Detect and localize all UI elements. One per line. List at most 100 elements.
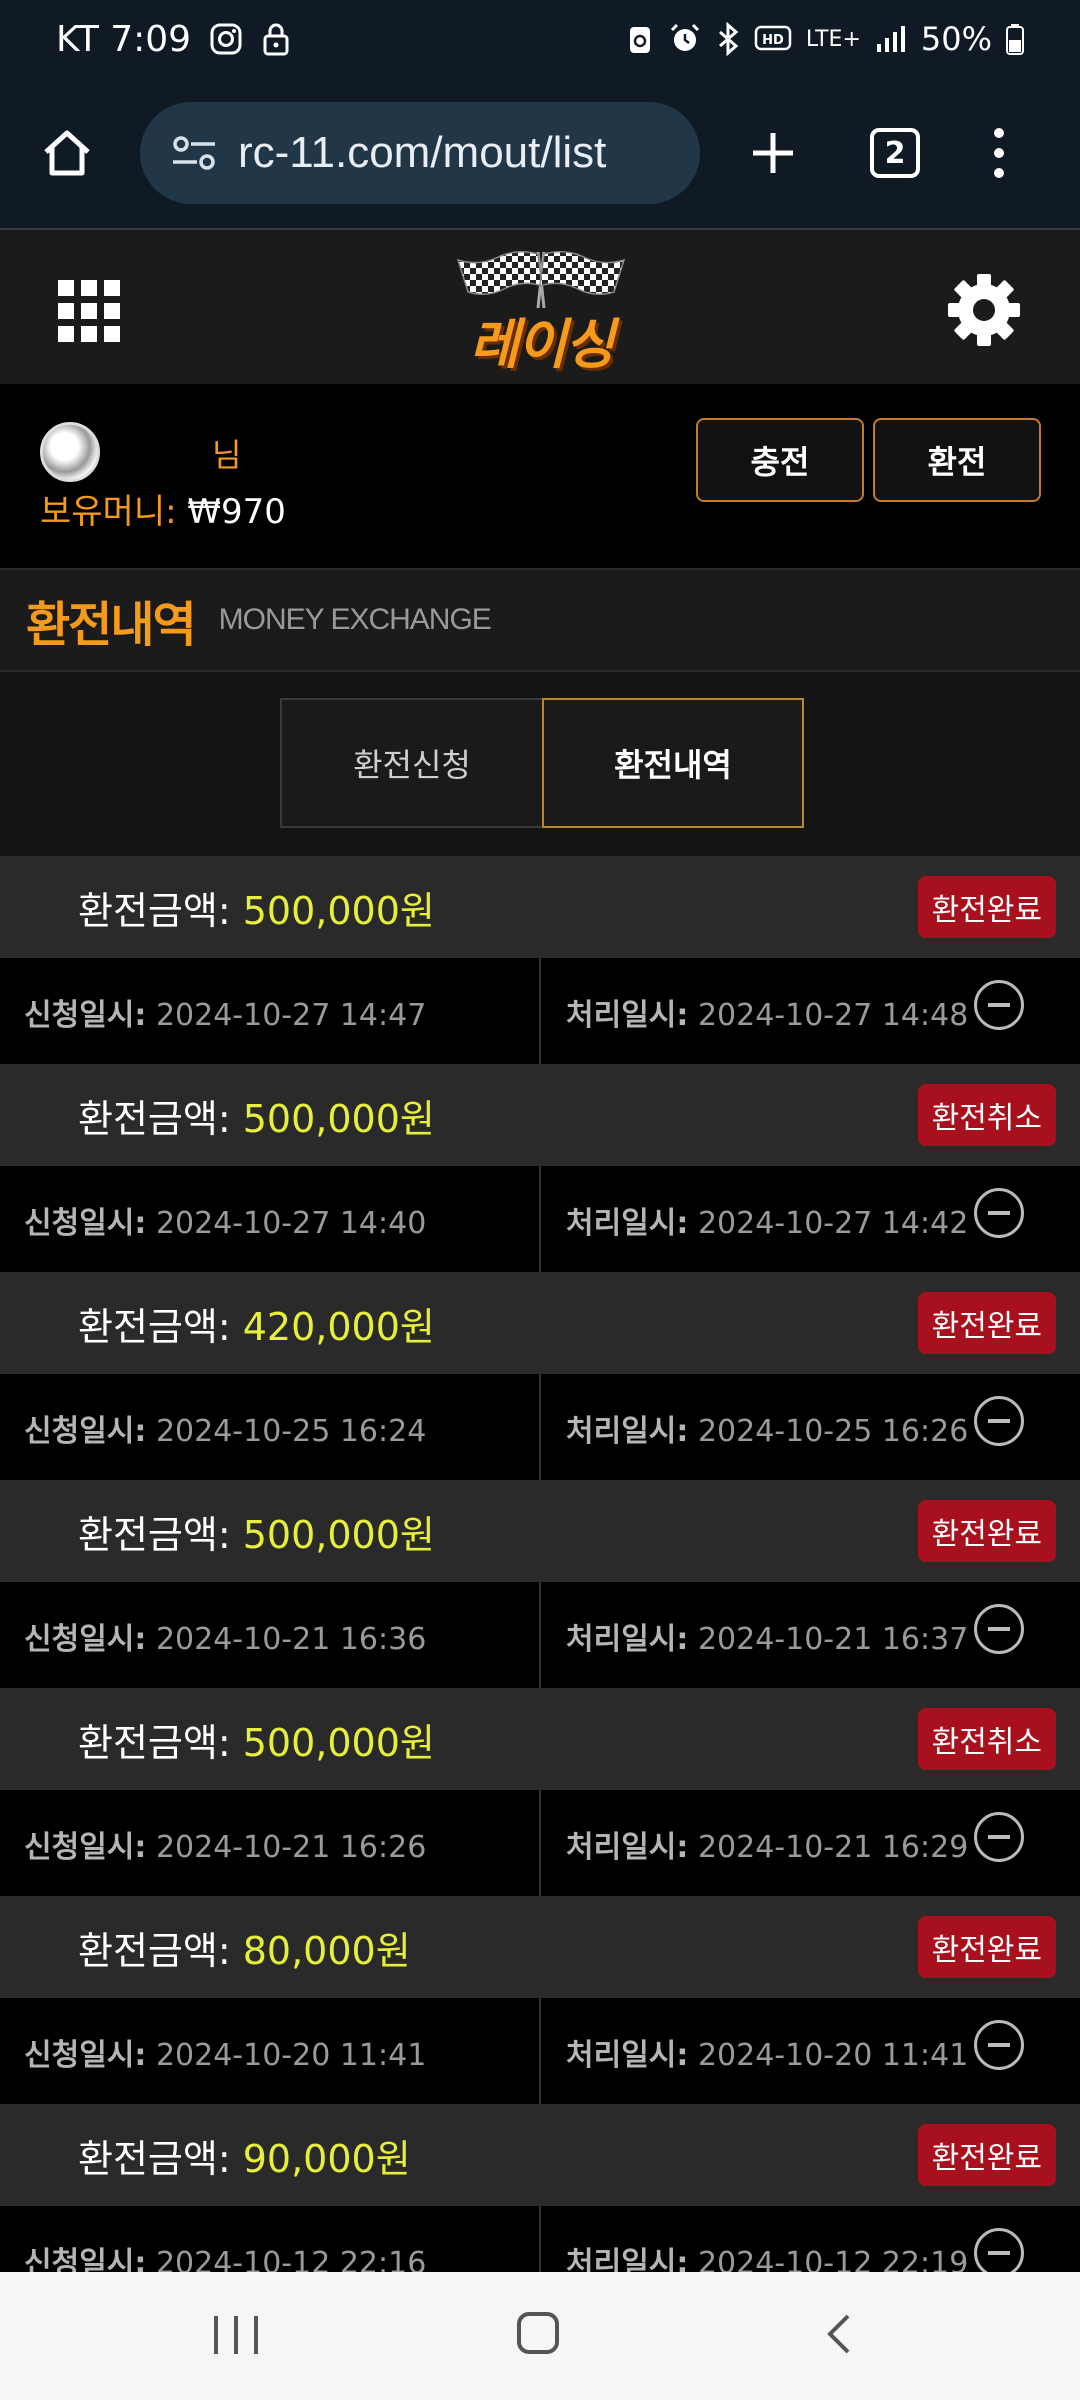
tab-exchange-history[interactable]: 환전내역 <box>542 698 804 828</box>
recycle-icon <box>626 23 654 55</box>
requested-time: 신청일시: 2024-10-21 16:26 <box>24 1822 426 1866</box>
collapse-minus-icon[interactable] <box>974 1396 1024 1446</box>
processed-time: 처리일시: 2024-10-27 14:42 <box>566 1198 968 1242</box>
more-vert-icon[interactable] <box>984 120 1014 186</box>
url-text: rc-11.com/mout/list <box>238 128 607 177</box>
amount-label: 환전금액: <box>78 1305 231 1349</box>
record-dates: 신청일시: 2024-10-21 16:26 처리일시: 2024-10-21 … <box>0 1790 1080 1896</box>
record-header: 환전금액: 500,000원 환전취소 <box>0 1688 1080 1790</box>
divider <box>539 1166 541 1272</box>
requested-time: 신청일시: 2024-10-25 16:24 <box>24 1406 426 1450</box>
record-header: 환전금액: 420,000원 환전완료 <box>0 1272 1080 1374</box>
requested-value: 2024-10-21 16:36 <box>155 1622 427 1657</box>
record-amount: 환전금액: 420,000원 <box>78 1296 435 1351</box>
amount-label: 환전금액: <box>78 1929 231 1973</box>
requested-time: 신청일시: 2024-10-27 14:40 <box>24 1198 426 1242</box>
home-nav-icon[interactable] <box>517 2312 559 2354</box>
divider <box>539 958 541 1064</box>
charge-button[interactable]: 충전 <box>696 418 864 502</box>
grid-menu-icon[interactable] <box>58 280 120 342</box>
alarm-icon <box>668 22 702 56</box>
record-dates: 신청일시: 2024-10-27 14:40 처리일시: 2024-10-27 … <box>0 1166 1080 1272</box>
back-icon[interactable] <box>818 2312 862 2356</box>
amount-value: 500,000원 <box>242 889 435 933</box>
collapse-minus-icon[interactable] <box>974 980 1024 1030</box>
requested-value: 2024-10-21 16:26 <box>155 1830 427 1865</box>
requested-value: 2024-10-20 11:41 <box>155 2038 427 2073</box>
tab-count: 2 <box>884 135 906 171</box>
battery-percent: 50% <box>920 20 992 58</box>
page-title-en: MONEY EXCHANGE <box>218 603 492 636</box>
collapse-minus-icon[interactable] <box>974 1812 1024 1862</box>
amount-label: 환전금액: <box>78 1721 231 1765</box>
user-bar: 님 보유머니: ₩970 충전 환전 <box>0 384 1080 556</box>
collapse-minus-icon[interactable] <box>974 2228 1024 2278</box>
amount-value: 500,000원 <box>242 1721 435 1765</box>
record-header: 환전금액: 80,000원 환전완료 <box>0 1896 1080 1998</box>
requested-label: 신청일시: <box>24 1206 147 1241</box>
list-item: 환전금액: 500,000원 환전취소 신청일시: 2024-10-27 14:… <box>0 1064 1080 1272</box>
processed-time: 처리일시: 2024-10-25 16:26 <box>566 1406 968 1450</box>
record-amount: 환전금액: 90,000원 <box>78 2128 411 2183</box>
avatar <box>40 422 100 482</box>
amount-value: 500,000원 <box>242 1513 435 1557</box>
site-logo[interactable]: 레이싱 <box>446 244 636 376</box>
list-item: 환전금액: 420,000원 환전완료 신청일시: 2024-10-25 16:… <box>0 1272 1080 1480</box>
processed-label: 처리일시: <box>566 2038 689 2073</box>
list-item: 환전금액: 80,000원 환전완료 신청일시: 2024-10-20 11:4… <box>0 1896 1080 2104</box>
processed-label: 처리일시: <box>566 1414 689 1449</box>
record-dates: 신청일시: 2024-10-21 16:36 처리일시: 2024-10-21 … <box>0 1582 1080 1688</box>
logo-text: 레이싱 <box>469 313 614 376</box>
gear-icon[interactable] <box>944 270 1024 350</box>
status-badge: 환전취소 <box>917 1084 1056 1146</box>
processed-value: 2024-10-20 11:41 <box>697 2038 969 2073</box>
amount-value: 500,000원 <box>242 1097 435 1141</box>
svg-text:HD: HD <box>762 33 784 48</box>
status-bar: KT 7:09 HD LTE+ 50% <box>0 0 1080 78</box>
bluetooth-icon <box>716 22 740 56</box>
collapse-minus-icon[interactable] <box>974 1188 1024 1238</box>
recents-icon[interactable] <box>214 2316 258 2354</box>
instagram-icon <box>209 22 243 56</box>
list-item: 환전금액: 500,000원 환전취소 신청일시: 2024-10-21 16:… <box>0 1688 1080 1896</box>
exchange-button[interactable]: 환전 <box>873 418 1041 502</box>
tab-bar: 환전신청 환전내역 <box>0 672 1080 856</box>
carrier-time: KT 7:09 <box>56 18 192 60</box>
tabs-icon[interactable]: 2 <box>870 128 920 178</box>
list-item: 환전금액: 500,000원 환전완료 신청일시: 2024-10-27 14:… <box>0 856 1080 1064</box>
status-badge: 환전완료 <box>917 2124 1056 2186</box>
site-settings-icon[interactable] <box>166 125 222 181</box>
record-dates: 신청일시: 2024-10-25 16:24 처리일시: 2024-10-25 … <box>0 1374 1080 1480</box>
status-badge: 환전완료 <box>917 1292 1056 1354</box>
requested-time: 신청일시: 2024-10-21 16:36 <box>24 1614 426 1658</box>
address-bar[interactable]: rc-11.com/mout/list <box>140 102 700 204</box>
plus-icon[interactable] <box>740 120 806 186</box>
status-badge: 환전완료 <box>917 876 1056 938</box>
processed-value: 2024-10-27 14:42 <box>697 1206 969 1241</box>
processed-time: 처리일시: 2024-10-20 11:41 <box>566 2030 968 2074</box>
requested-label: 신청일시: <box>24 998 147 1033</box>
network-type: LTE+ <box>805 26 861 52</box>
lock-icon <box>261 22 291 56</box>
processed-time: 처리일시: 2024-10-21 16:29 <box>566 1822 968 1866</box>
record-header: 환전금액: 90,000원 환전완료 <box>0 2104 1080 2206</box>
record-amount: 환전금액: 500,000원 <box>78 1504 435 1559</box>
processed-value: 2024-10-21 16:37 <box>697 1622 969 1657</box>
status-badge: 환전취소 <box>917 1708 1056 1770</box>
tab-exchange-apply[interactable]: 환전신청 <box>280 698 542 828</box>
home-icon[interactable] <box>34 120 100 186</box>
money-balance: 보유머니: ₩970 <box>40 484 286 533</box>
requested-time: 신청일시: 2024-10-20 11:41 <box>24 2030 426 2074</box>
amount-label: 환전금액: <box>78 1513 231 1557</box>
record-header: 환전금액: 500,000원 환전취소 <box>0 1064 1080 1166</box>
hd-voice-icon: HD <box>754 24 792 54</box>
collapse-minus-icon[interactable] <box>974 1604 1024 1654</box>
processed-label: 처리일시: <box>566 1206 689 1241</box>
processed-value: 2024-10-25 16:26 <box>697 1414 969 1449</box>
requested-label: 신청일시: <box>24 1414 147 1449</box>
collapse-minus-icon[interactable] <box>974 2020 1024 2070</box>
requested-label: 신청일시: <box>24 2038 147 2073</box>
processed-time: 처리일시: 2024-10-21 16:37 <box>566 1614 968 1658</box>
browser-toolbar: rc-11.com/mout/list 2 <box>0 78 1080 228</box>
record-amount: 환전금액: 500,000원 <box>78 1088 435 1143</box>
